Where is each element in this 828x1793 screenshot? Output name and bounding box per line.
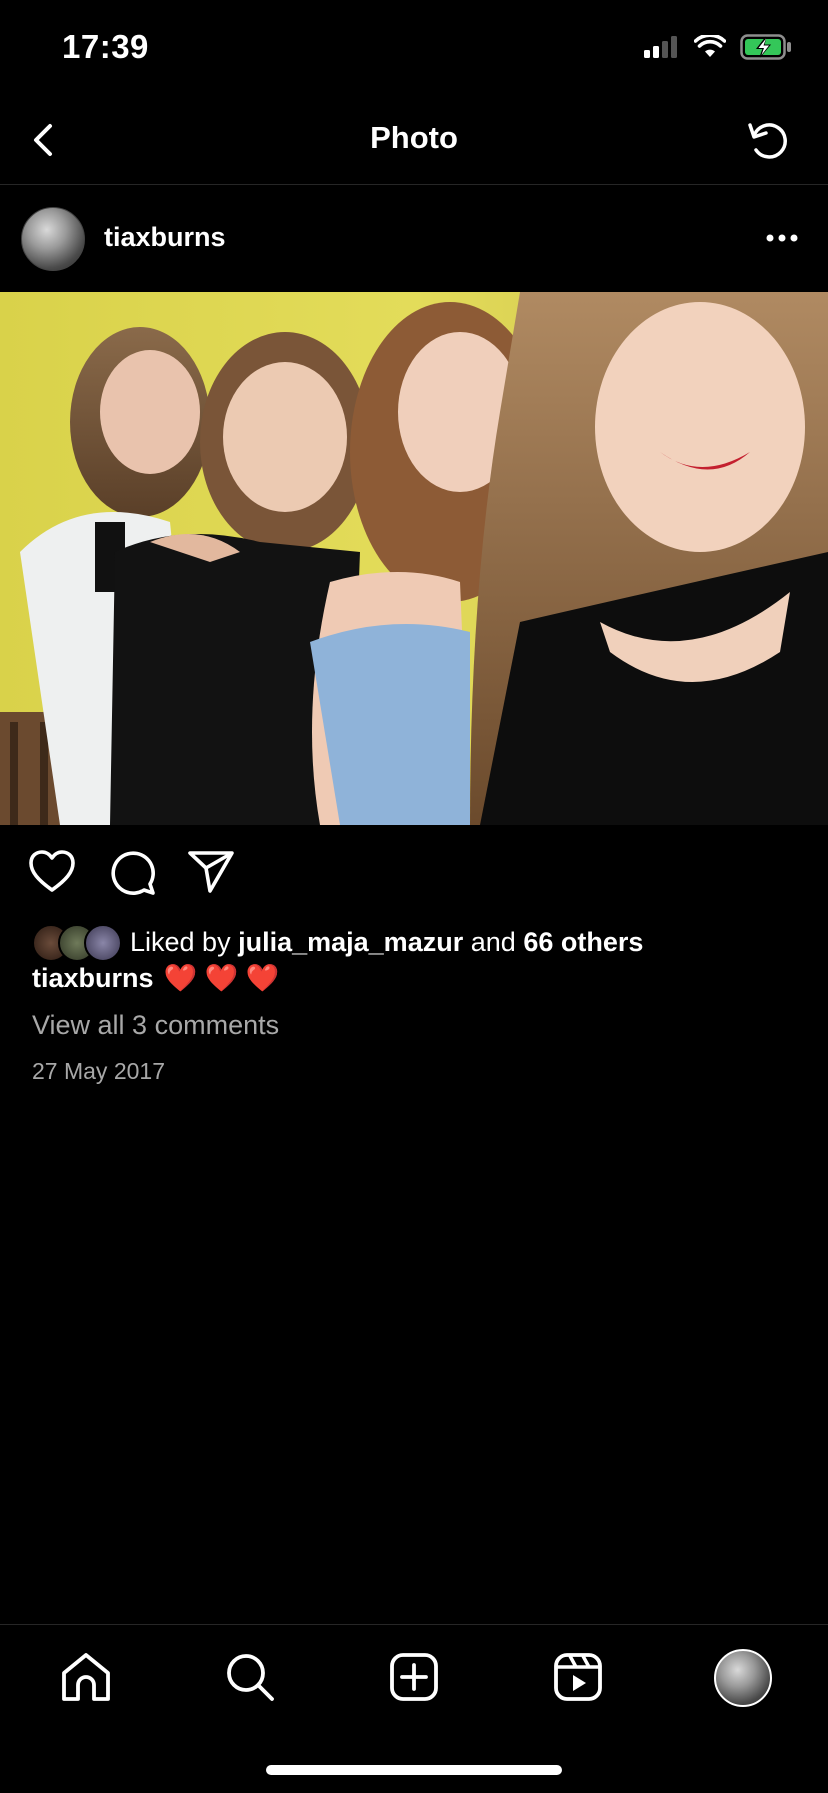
post-username[interactable]: tiaxburns xyxy=(104,222,226,253)
search-icon[interactable] xyxy=(222,1649,278,1705)
wifi-icon xyxy=(694,35,726,57)
view-comments-link[interactable]: View all 3 comments xyxy=(32,1010,279,1041)
liked-by-user[interactable]: julia_maja_mazur xyxy=(238,927,463,958)
comment-icon[interactable] xyxy=(106,846,158,898)
more-icon[interactable] xyxy=(762,220,802,256)
caption-username[interactable]: tiaxburns xyxy=(32,963,154,994)
caption: tiaxburns ❤️ ❤️ ❤️ xyxy=(32,962,279,994)
likes-row[interactable]: Liked by julia_maja_mazur and 66 others xyxy=(32,922,643,962)
post-date: 27 May 2017 xyxy=(32,1058,165,1084)
photo-image xyxy=(0,292,828,825)
post-header: tiaxburns xyxy=(0,190,828,286)
signal-icon xyxy=(644,36,677,58)
page-title: Photo xyxy=(370,120,458,155)
post-photo[interactable] xyxy=(0,292,828,825)
liker-avatar xyxy=(84,924,122,962)
refresh-icon[interactable] xyxy=(744,116,792,164)
create-icon[interactable] xyxy=(386,1649,442,1705)
avatar[interactable] xyxy=(21,207,85,271)
battery-icon xyxy=(740,34,791,60)
nav-bar: Photo xyxy=(0,100,828,185)
heart-icon[interactable] xyxy=(26,846,78,898)
liked-by-prefix: Liked by xyxy=(130,926,231,957)
liked-by-and: and xyxy=(470,926,516,957)
liked-by-others[interactable]: 66 others xyxy=(523,927,643,958)
post-actions xyxy=(0,846,828,906)
liker-avatars xyxy=(32,924,122,962)
profile-tab-avatar[interactable] xyxy=(714,1649,772,1707)
home-icon[interactable] xyxy=(58,1649,114,1705)
share-icon[interactable] xyxy=(186,846,238,898)
home-indicator xyxy=(266,1765,562,1775)
reels-icon[interactable] xyxy=(550,1649,606,1705)
caption-text: ❤️ ❤️ ❤️ xyxy=(163,963,280,993)
status-icons xyxy=(644,34,792,60)
status-time: 17:39 xyxy=(62,28,149,65)
